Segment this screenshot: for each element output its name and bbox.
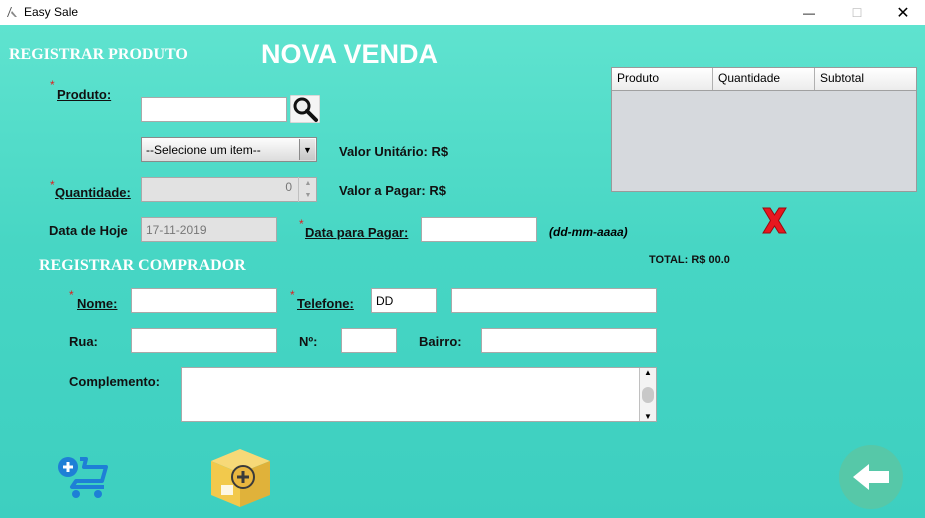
title-bar: Easy Sale — ☐ ✕ [0, 0, 925, 25]
required-mark: * [299, 217, 304, 231]
product-input[interactable] [141, 97, 287, 122]
column-header[interactable]: Subtotal [815, 68, 916, 90]
quantity-spin-buttons[interactable]: ▲ ▼ [298, 177, 317, 202]
name-input[interactable] [131, 288, 277, 313]
street-input[interactable] [131, 328, 277, 353]
search-icon[interactable] [290, 95, 320, 123]
product-label: Produto: [57, 87, 112, 102]
pay-value-label: Valor a Pagar: R$ [339, 183, 446, 198]
minimize-button[interactable]: — [786, 0, 832, 25]
total-label: TOTAL: R$ 00.0 [649, 254, 730, 266]
phone-number-input[interactable] [451, 288, 657, 313]
quantity-value: 0 [285, 180, 292, 194]
section-title-buyer: REGISTRAR COMPRADOR [39, 257, 246, 274]
column-header[interactable]: Quantidade [713, 68, 815, 90]
chevron-up-icon[interactable]: ▲ [305, 180, 312, 187]
phone-ddd-input[interactable] [371, 288, 437, 313]
scroll-up-icon[interactable]: ▲ [644, 368, 652, 377]
product-select[interactable]: --Selecione um item-- ▼ [141, 137, 317, 162]
required-mark: * [50, 178, 55, 192]
remove-item-icon[interactable] [760, 206, 789, 235]
today-label: Data de Hoje [49, 223, 128, 238]
page-title: NOVA VENDA [261, 39, 439, 69]
today-value: 17-11-2019 [146, 223, 207, 237]
main-panel: REGISTRAR PRODUTO NOVA VENDA * Produto: … [0, 25, 925, 518]
app-icon [7, 7, 17, 17]
add-to-cart-icon[interactable] [56, 453, 112, 501]
column-header[interactable]: Produto [612, 68, 713, 90]
cart-table[interactable]: Produto Quantidade Subtotal [611, 67, 917, 192]
number-label: Nº: [299, 334, 318, 349]
complement-value [182, 368, 656, 374]
pay-date-label: Data para Pagar: [305, 225, 409, 240]
unit-value-label: Valor Unitário: R$ [339, 144, 449, 159]
complement-textarea[interactable]: ▲ ▼ [181, 367, 657, 422]
quantity-stepper[interactable]: 0 [141, 177, 317, 202]
date-format-hint: (dd-mm-aaaa) [549, 225, 628, 239]
quantity-label: Quantidade: [55, 185, 131, 200]
scroll-thumb[interactable] [642, 386, 654, 403]
chevron-down-icon[interactable]: ▼ [299, 139, 315, 160]
complement-scrollbar[interactable]: ▲ ▼ [639, 368, 656, 421]
section-title-product: REGISTRAR PRODUTO [9, 46, 188, 63]
add-product-box-icon[interactable] [207, 445, 274, 509]
number-input[interactable] [341, 328, 397, 353]
required-mark: * [290, 288, 295, 302]
maximize-button[interactable]: ☐ [834, 0, 880, 25]
product-select-value: --Selecione um item-- [146, 142, 261, 157]
back-arrow-icon[interactable] [839, 445, 903, 509]
street-label: Rua: [69, 334, 98, 349]
complement-label: Complemento: [69, 374, 160, 389]
name-label: Nome: [77, 296, 118, 311]
pay-date-input[interactable] [421, 217, 537, 242]
scroll-down-icon[interactable]: ▼ [644, 412, 652, 421]
chevron-down-icon[interactable]: ▼ [305, 192, 312, 199]
phone-label: Telefone: [297, 296, 354, 311]
window-title: Easy Sale [24, 5, 79, 19]
close-button[interactable]: ✕ [880, 0, 925, 25]
required-mark: * [69, 288, 74, 302]
table-header: Produto Quantidade Subtotal [612, 68, 916, 91]
required-mark: * [50, 78, 55, 92]
district-label: Bairro: [419, 334, 462, 349]
district-input[interactable] [481, 328, 657, 353]
today-field: 17-11-2019 [141, 217, 277, 242]
